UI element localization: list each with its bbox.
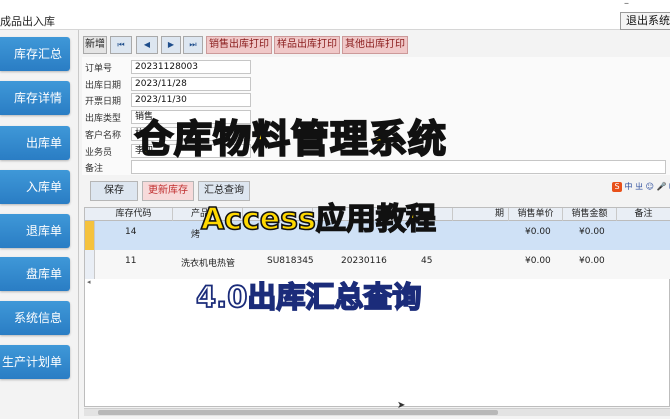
outbound-date-label: 出库日期 <box>85 81 122 91</box>
prev-record-icon[interactable]: ◀ <box>136 36 158 54</box>
sidebar-item-label: 库存详情 <box>13 91 62 105</box>
ime-toolbar: S 中 ㄓ ☺ 🎤 ⌨ <box>612 181 670 192</box>
cell-quantity[interactable]: 45 <box>421 256 432 266</box>
print-sales-outbound-button[interactable]: 销售出库打印 <box>206 36 272 54</box>
minimize-icon[interactable]: – <box>624 0 638 9</box>
sidebar-item-outbound-order[interactable]: 出库单 <box>0 126 70 160</box>
sidebar: 库存汇总 库存详情 出库单 入库单 退库单 盘库单 系统信息 生产计划单 <box>0 30 78 419</box>
print-sample-outbound-button[interactable]: 样品出库打印 <box>274 36 340 54</box>
sogou-logo-icon: S <box>612 182 622 192</box>
sidebar-divider <box>78 30 79 419</box>
sidebar-item-production-plan[interactable]: 生产计划单 <box>0 345 70 379</box>
cell-sales-amount[interactable]: ¥0.00 <box>579 227 605 237</box>
print-other-outbound-button[interactable]: 其他出库打印 <box>342 36 408 54</box>
sidebar-item-label: 盘库单 <box>25 267 62 281</box>
cell-product[interactable]: 洗衣机电热管 <box>181 256 235 269</box>
cell-inventory-code[interactable]: 14 <box>125 227 136 237</box>
sidebar-item-system-info[interactable]: 系统信息 <box>0 301 70 335</box>
order-number-label: 订单号 <box>85 64 113 74</box>
cell-inventory-code[interactable]: 11 <box>125 256 136 266</box>
column-header-remark[interactable]: 备注 <box>617 208 670 221</box>
exit-system-button[interactable]: 退出系统 <box>620 12 670 30</box>
column-header-sales-amount[interactable]: 销售金额 <box>563 208 617 221</box>
sidebar-item-inventory-summary[interactable]: 库存汇总 <box>0 37 70 71</box>
row-selector[interactable] <box>85 250 95 279</box>
sidebar-item-stocktake-order[interactable]: 盘库单 <box>0 257 70 291</box>
window-title: 成品出入库 <box>0 15 55 28</box>
sidebar-item-label: 出库单 <box>25 136 62 150</box>
cell-product[interactable]: 烤 <box>191 227 200 240</box>
horizontal-scrollbar[interactable] <box>84 408 670 416</box>
cell-batch[interactable]: 20230116 <box>341 256 387 266</box>
customer-name-label: 客户名称 <box>85 131 122 141</box>
outbound-type-label: 出库类型 <box>85 114 122 124</box>
scrollbar-thumb[interactable] <box>98 410 498 415</box>
cell-model[interactable]: SU818345 <box>267 256 314 266</box>
sidebar-item-label: 入库单 <box>25 180 62 194</box>
last-record-icon[interactable]: ⏭ <box>183 36 203 54</box>
mouse-cursor-icon: ➤ <box>397 400 406 411</box>
column-header-sales-price[interactable]: 销售单价 <box>509 208 563 221</box>
first-record-icon[interactable]: ⏮ <box>110 36 132 54</box>
update-inventory-button[interactable]: 更新库存 <box>142 181 194 201</box>
overlay-version-caption: 4.0出库汇总查询 <box>195 279 422 315</box>
sidebar-item-label: 退库单 <box>25 224 62 238</box>
new-record-button[interactable]: 新增 <box>83 36 107 54</box>
next-record-icon[interactable]: ▶ <box>161 36 181 54</box>
sidebar-item-label: 系统信息 <box>13 311 62 325</box>
new-row-marker-icon: ◂ <box>87 278 91 286</box>
row-selector-active[interactable] <box>85 221 95 250</box>
sidebar-item-label: 生产计划单 <box>1 355 62 369</box>
remark-label: 备注 <box>85 164 104 174</box>
title-bar: 成品出入库 – 退出系统 <box>0 0 670 30</box>
cell-sales-price[interactable]: ¥0.00 <box>525 227 551 237</box>
sidebar-item-label: 库存汇总 <box>13 47 62 61</box>
sidebar-item-inbound-order[interactable]: 入库单 <box>0 170 70 204</box>
invoice-date-label: 开票日期 <box>85 97 122 107</box>
column-header-date[interactable]: 期 <box>453 208 509 221</box>
overlay-subtitle: Access应用教程 <box>200 201 436 238</box>
outbound-date-field[interactable]: 2023/11/28 <box>131 77 251 91</box>
order-number-field[interactable]: 20231128003 <box>131 60 251 74</box>
sidebar-item-return-order[interactable]: 退库单 <box>0 214 70 248</box>
ime-status-text[interactable]: 中 ㄓ ☺ 🎤 ⌨ <box>625 182 670 191</box>
cell-sales-price[interactable]: ¥0.00 <box>525 256 551 266</box>
salesman-label: 业务员 <box>85 148 113 158</box>
sidebar-item-inventory-details[interactable]: 库存详情 <box>0 81 70 115</box>
overlay-title: 仓库物料管理系统 <box>134 116 448 162</box>
invoice-date-field[interactable]: 2023/11/30 <box>131 93 251 107</box>
cell-sales-amount[interactable]: ¥0.00 <box>579 256 605 266</box>
column-header-inventory-code[interactable]: 库存代码 <box>95 208 173 221</box>
save-button[interactable]: 保存 <box>90 181 138 201</box>
